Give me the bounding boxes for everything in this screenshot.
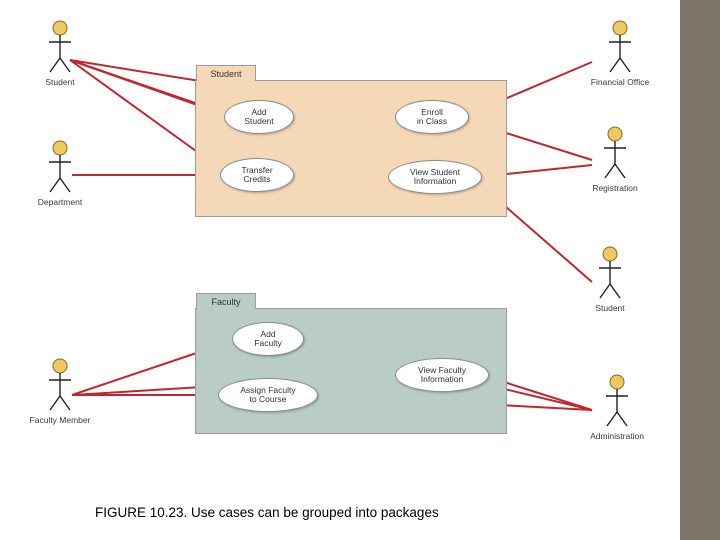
package-student-label: Student <box>210 69 241 79</box>
usecase-view-student-info: View StudentInformation <box>388 160 482 194</box>
usecase-add-faculty: AddFaculty <box>232 322 304 356</box>
stick-figure-icon <box>605 20 635 75</box>
usecase-enroll-in-class: Enrollin Class <box>395 100 469 134</box>
package-faculty-label: Faculty <box>211 297 240 307</box>
stick-figure-icon <box>45 20 75 75</box>
usecase-assign-faculty-to-course: Assign Facultyto Course <box>218 378 318 412</box>
actor-faculty-member-label: Faculty Member <box>22 415 98 425</box>
package-student-tab: Student <box>196 65 256 81</box>
actor-student-right-label: Student <box>580 303 640 313</box>
actor-financial-office: Financial Office <box>580 20 660 87</box>
package-student: Student <box>195 80 507 217</box>
stick-figure-icon <box>45 358 75 413</box>
actor-financial-office-label: Financial Office <box>580 77 660 87</box>
stick-figure-icon <box>602 374 632 429</box>
stick-figure-icon <box>45 140 75 195</box>
actor-administration-label: Administration <box>578 431 656 441</box>
actor-administration: Administration <box>578 374 656 441</box>
stick-figure-icon <box>595 246 625 301</box>
actor-department: Department <box>30 140 90 207</box>
sidebar-stripe <box>680 0 720 540</box>
actor-faculty-member: Faculty Member <box>22 358 98 425</box>
actor-student-left: Student <box>30 20 90 87</box>
stick-figure-icon <box>600 126 630 181</box>
actor-department-label: Department <box>30 197 90 207</box>
actor-registration-label: Registration <box>580 183 650 193</box>
usecase-add-student: AddStudent <box>224 100 294 134</box>
usecase-transfer-credits: TransferCredits <box>220 158 294 192</box>
diagram-canvas: Student Faculty AddStudent Enrollin Clas… <box>0 0 680 540</box>
package-faculty-tab: Faculty <box>196 293 256 309</box>
actor-registration: Registration <box>580 126 650 193</box>
usecase-view-faculty-info: View FacultyInformation <box>395 358 489 392</box>
actor-student-right: Student <box>580 246 640 313</box>
figure-caption: FIGURE 10.23. Use cases can be grouped i… <box>95 505 439 520</box>
actor-student-left-label: Student <box>30 77 90 87</box>
